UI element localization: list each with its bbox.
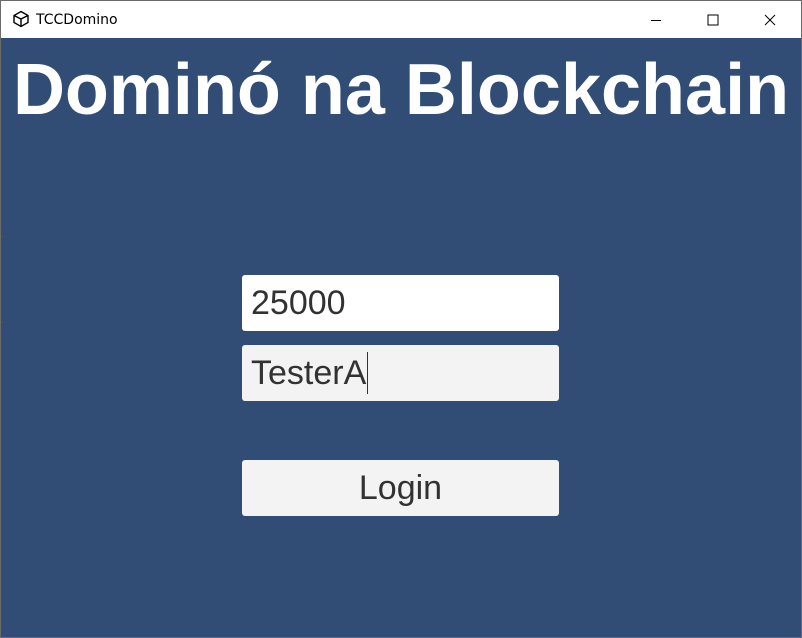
- close-icon: [764, 14, 776, 25]
- username-input[interactable]: TesterA: [242, 345, 559, 401]
- username-input-value: TesterA: [251, 353, 367, 392]
- login-button[interactable]: Login: [242, 460, 559, 516]
- game-canvas: Dominó na Blockchain 25000 TesterA Login: [1, 38, 801, 637]
- maximize-button[interactable]: [690, 1, 736, 38]
- title-bar[interactable]: TCCDomino: [1, 1, 801, 38]
- unity-logo-icon: [13, 10, 29, 28]
- port-input-value: 25000: [251, 283, 346, 322]
- port-input[interactable]: 25000: [242, 275, 559, 331]
- login-button-label: Login: [358, 468, 443, 507]
- app-window: TCCDomino Dominó na Blockchain 25000 Tes: [0, 0, 802, 638]
- maximize-icon: [707, 14, 719, 25]
- edge-mark: [1, 322, 3, 323]
- page-title: Dominó na Blockchain: [12, 50, 790, 130]
- text-caret: [367, 352, 369, 394]
- minimize-icon: [651, 19, 661, 21]
- edge-mark: [1, 236, 3, 237]
- minimize-button[interactable]: [633, 1, 679, 38]
- close-button[interactable]: [747, 1, 793, 38]
- window-title: TCCDomino: [36, 12, 118, 28]
